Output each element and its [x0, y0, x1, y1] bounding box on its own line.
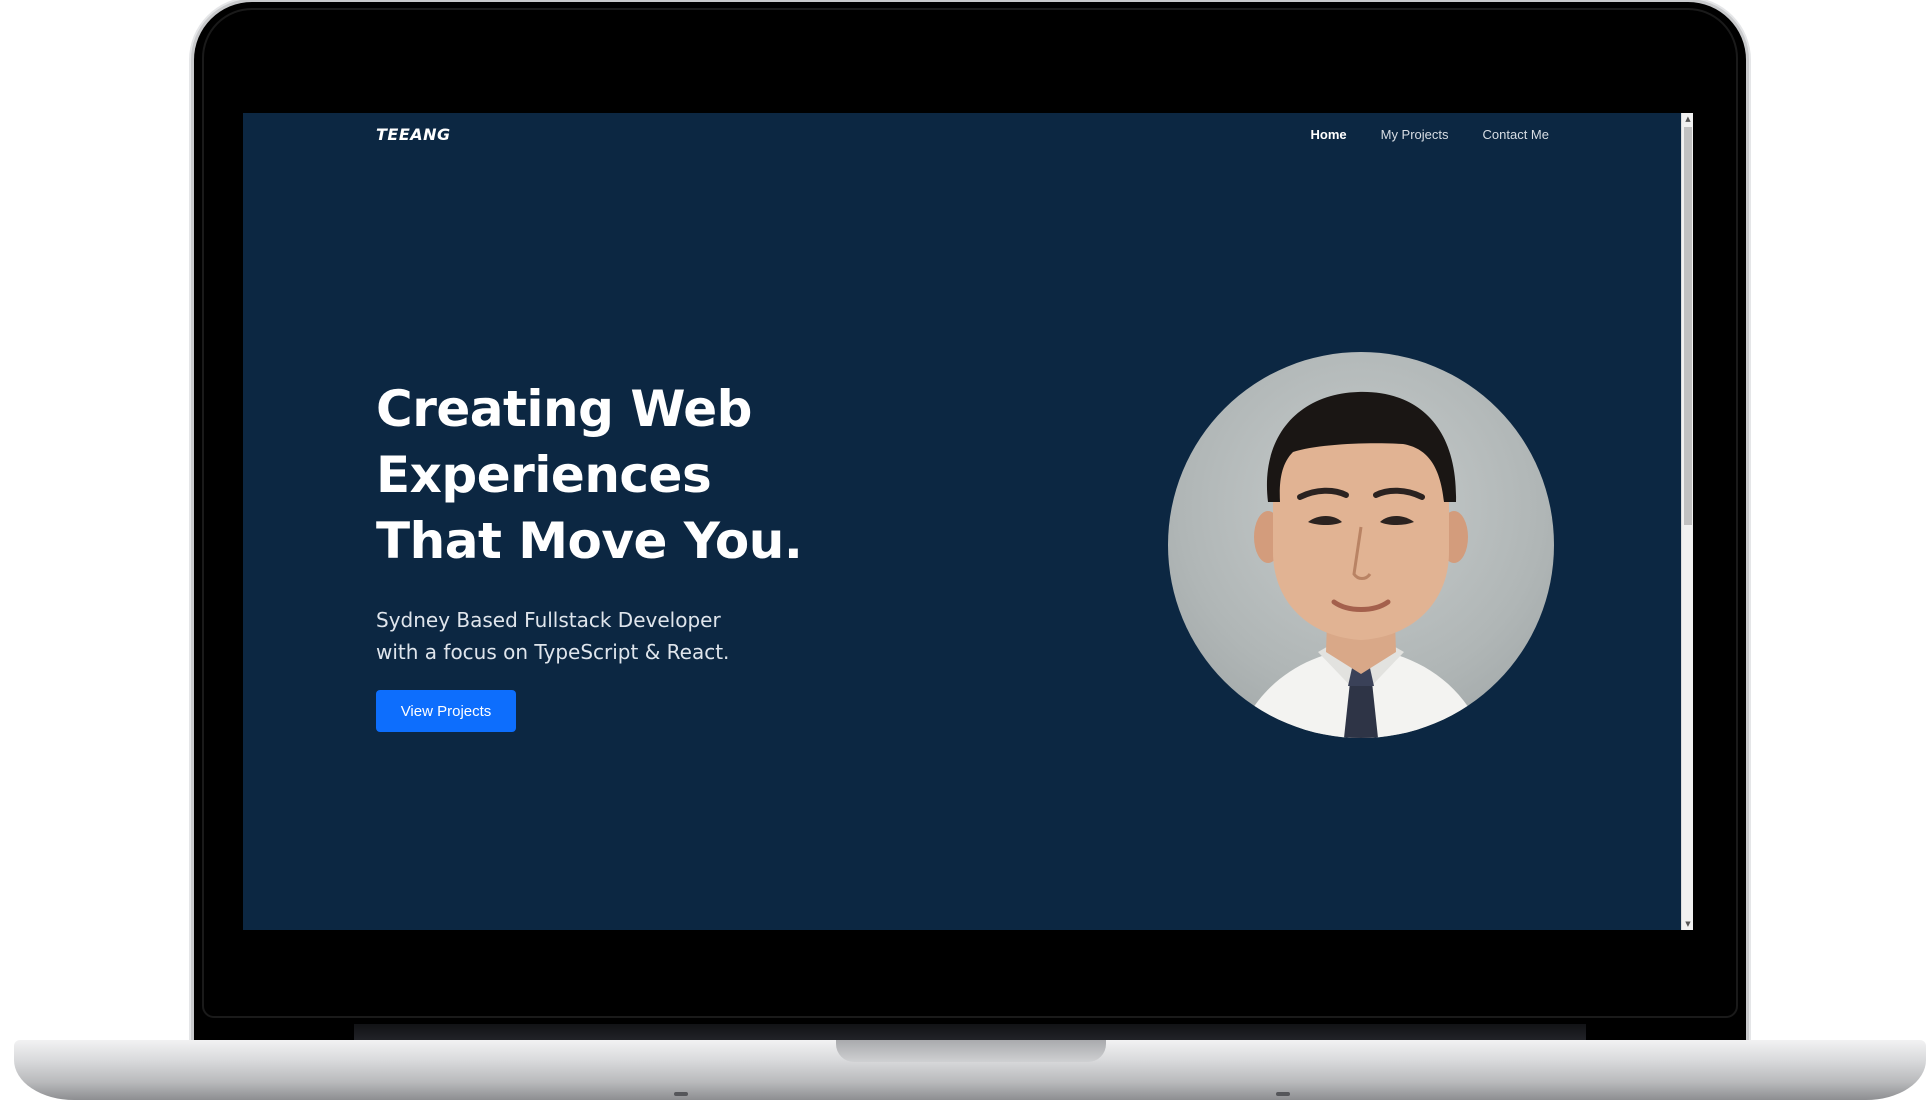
laptop-foot — [674, 1092, 688, 1096]
hero-title-line: Creating Web — [376, 380, 752, 438]
navbar: TEEANG Home My Projects Contact Me — [243, 113, 1681, 157]
hero-subtitle-line: Sydney Based Fullstack Developer — [376, 608, 721, 632]
scrollbar-thumb[interactable] — [1684, 127, 1692, 525]
nav-links: Home My Projects Contact Me — [1310, 127, 1549, 142]
hero-subtitle: Sydney Based Fullstack Developer with a … — [376, 604, 936, 668]
vertical-scrollbar[interactable]: ▲ ▼ — [1681, 113, 1693, 930]
arrow-up-icon[interactable]: ▲ — [1682, 113, 1693, 125]
hero-title-line: Experiences — [376, 446, 712, 504]
view-projects-button[interactable]: View Projects — [376, 690, 516, 732]
hero-title-line: That Move You. — [376, 512, 803, 570]
profile-photo — [1168, 352, 1554, 738]
profile-portrait-illustration — [1238, 391, 1484, 738]
device-mockup: TEEANG Home My Projects Contact Me Creat… — [0, 0, 1932, 1103]
base-opening-notch — [836, 1040, 1106, 1062]
nav-link-home[interactable]: Home — [1310, 127, 1346, 142]
browser-viewport: TEEANG Home My Projects Contact Me Creat… — [243, 113, 1693, 930]
brand-logo[interactable]: TEEANG — [376, 125, 451, 144]
arrow-down-icon[interactable]: ▼ — [1682, 918, 1693, 930]
laptop-base — [14, 1040, 1926, 1100]
nav-link-my-projects[interactable]: My Projects — [1381, 127, 1449, 142]
hero-section: Creating Web Experiences That Move You. … — [376, 376, 936, 732]
laptop-foot — [1276, 1092, 1290, 1096]
hero-subtitle-line: with a focus on TypeScript & React. — [376, 640, 730, 664]
nav-link-contact-me[interactable]: Contact Me — [1483, 127, 1549, 142]
hero-title: Creating Web Experiences That Move You. — [376, 376, 936, 574]
